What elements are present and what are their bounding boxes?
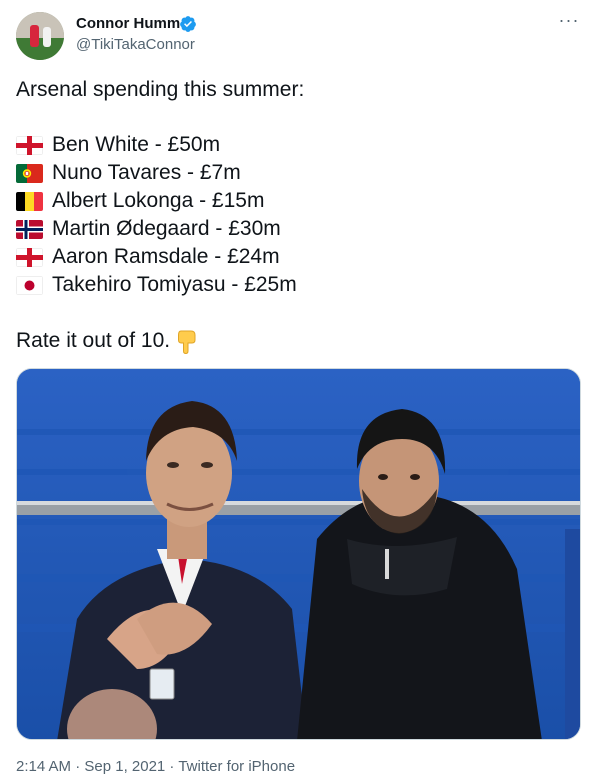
belgium-flag-icon xyxy=(16,191,43,211)
tweet-card: Connor Humm @TikiTakaConnor ··· Arsenal … xyxy=(0,0,598,783)
rate-text: Rate it out of 10. xyxy=(16,329,171,352)
author-name[interactable]: Connor Humm xyxy=(76,15,180,32)
player-line: Takehiro Tomiyasu - £25m xyxy=(16,272,297,298)
player-line: Ben White - £50m xyxy=(16,132,220,158)
rate-line: Rate it out of 10. xyxy=(16,328,200,354)
tweet-headline: Arsenal spending this summer: xyxy=(16,78,305,101)
player-line: Nuno Tavares - £7m xyxy=(16,160,241,186)
portugal-flag-icon xyxy=(16,163,43,183)
tweet-timestamp[interactable]: 2:14 AM · Sep 1, 2021 · Twitter for iPho… xyxy=(16,758,295,775)
author-avatar[interactable] xyxy=(16,12,64,60)
player-text: Ben White - £50m xyxy=(52,133,221,156)
japan-flag-icon xyxy=(16,275,43,295)
england-flag-icon xyxy=(16,247,43,267)
stadium-photo xyxy=(17,369,580,739)
verified-badge-icon xyxy=(180,16,196,32)
player-line: Albert Lokonga - £15m xyxy=(16,188,264,214)
player-line: Aaron Ramsdale - £24m xyxy=(16,244,280,270)
player-text: Albert Lokonga - £15m xyxy=(52,189,265,212)
more-options-icon[interactable]: ··· xyxy=(558,11,580,33)
player-text: Martin Ødegaard - £30m xyxy=(52,217,281,240)
player-text: Takehiro Tomiyasu - £25m xyxy=(52,273,297,296)
england-flag-icon xyxy=(16,135,43,155)
norway-flag-icon xyxy=(16,219,43,239)
player-text: Nuno Tavares - £7m xyxy=(52,161,241,184)
author-handle[interactable]: @TikiTakaConnor xyxy=(76,36,195,53)
player-text: Aaron Ramsdale - £24m xyxy=(52,245,280,268)
tweet-photo[interactable] xyxy=(16,368,581,740)
pointing-down-icon xyxy=(178,330,196,354)
player-line: Martin Ødegaard - £30m xyxy=(16,216,281,242)
